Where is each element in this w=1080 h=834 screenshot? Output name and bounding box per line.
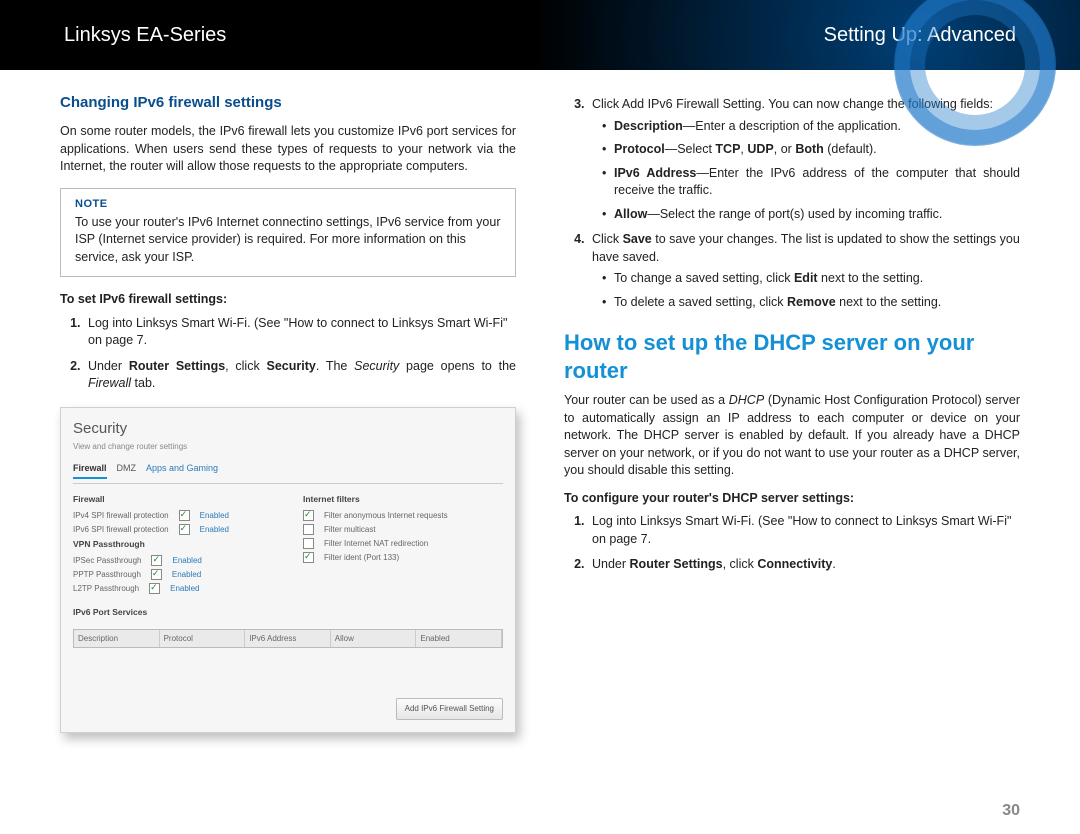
fw-row: IPv4 SPI firewall protectionEnabled [73, 510, 273, 521]
left-column: Changing IPv6 firewall settings On some … [60, 92, 516, 733]
dhcp-intro: Your router can be used as a DHCP (Dynam… [564, 392, 1020, 480]
subhead-dhcp: To configure your router's DHCP server s… [564, 490, 1020, 508]
add-ipv6-firewall-button[interactable]: Add IPv6 Firewall Setting [396, 698, 503, 719]
ifilters-group: Internet filters [303, 494, 503, 506]
checkbox-icon[interactable] [149, 583, 160, 594]
ifilter-row: Filter ident (Port 133) [303, 552, 503, 563]
ipv6-step-4: Click Save to save your changes. The lis… [588, 231, 1020, 311]
checkbox-icon[interactable] [303, 538, 314, 549]
tab-firewall[interactable]: Firewall [73, 462, 107, 479]
ipv6-ports-group: IPv6 Port Services [73, 607, 503, 619]
ipv6-steps: Log into Linksys Smart Wi-Fi. (See "How … [60, 315, 516, 393]
checkbox-icon[interactable] [151, 569, 162, 580]
checkbox-icon[interactable] [303, 524, 314, 535]
shot-title: Security [73, 418, 503, 439]
note-title: NOTE [75, 197, 501, 212]
step4-subs: To change a saved setting, click Edit ne… [592, 270, 1020, 311]
ipv6-table-header: Description Protocol IPv6 Address Allow … [73, 629, 503, 648]
delete-setting: To delete a saved setting, click Remove … [614, 294, 1020, 312]
shot-tabs: Firewall DMZ Apps and Gaming [73, 462, 503, 484]
checkbox-icon[interactable] [151, 555, 162, 566]
heading-dhcp: How to set up the DHCP server on your ro… [564, 329, 1020, 384]
checkbox-icon[interactable] [303, 552, 314, 563]
page-header: Linksys EA-Series Setting Up: Advanced [0, 0, 1080, 70]
dhcp-step-1: Log into Linksys Smart Wi-Fi. (See "How … [588, 513, 1020, 548]
vpn-row: IPSec PassthroughEnabled [73, 555, 273, 566]
fw-row: IPv6 SPI firewall protectionEnabled [73, 524, 273, 535]
add-ipv6-btn-wrap: Add IPv6 Firewall Setting [73, 698, 503, 719]
step3-fields: Description—Enter a description of the a… [592, 118, 1020, 224]
ipv6-intro: On some router models, the IPv6 firewall… [60, 123, 516, 176]
field-description: Description—Enter a description of the a… [614, 118, 1020, 136]
note-box: NOTE To use your router's IPv6 Internet … [60, 188, 516, 278]
vpn-group: VPN Passthrough [73, 539, 273, 551]
page-body: Changing IPv6 firewall settings On some … [0, 70, 1080, 733]
tab-dmz[interactable]: DMZ [117, 462, 137, 479]
vpn-row: L2TP PassthroughEnabled [73, 583, 273, 594]
checkbox-icon[interactable] [303, 510, 314, 521]
page-number: 30 [1002, 802, 1020, 820]
ipv6-step-2: Under Router Settings, click Security. T… [84, 358, 516, 393]
doc-series: Linksys EA-Series [64, 24, 226, 47]
dhcp-steps: Log into Linksys Smart Wi-Fi. (See "How … [564, 513, 1020, 574]
shot-subtitle: View and change router settings [73, 441, 503, 452]
ipv6-step-1: Log into Linksys Smart Wi-Fi. (See "How … [84, 315, 516, 350]
doc-section: Setting Up: Advanced [824, 24, 1016, 47]
heading-ipv6-firewall: Changing IPv6 firewall settings [60, 92, 516, 113]
field-protocol: Protocol—Select TCP, UDP, or Both (defau… [614, 141, 1020, 159]
field-allow: Allow—Select the range of port(s) used b… [614, 206, 1020, 224]
vpn-row: PPTP PassthroughEnabled [73, 569, 273, 580]
ifilter-row: Filter multicast [303, 524, 503, 535]
tab-apps[interactable]: Apps and Gaming [146, 462, 218, 479]
checkbox-icon[interactable] [179, 510, 190, 521]
edit-setting: To change a saved setting, click Edit ne… [614, 270, 1020, 288]
right-column: Click Add IPv6 Firewall Setting. You can… [564, 92, 1020, 733]
dhcp-step-2: Under Router Settings, click Connectivit… [588, 556, 1020, 574]
subhead-ipv6: To set IPv6 firewall settings: [60, 291, 516, 309]
checkbox-icon[interactable] [179, 524, 190, 535]
ipv6-steps-cont: Click Add IPv6 Firewall Setting. You can… [564, 96, 1020, 311]
ifilter-row: Filter Internet NAT redirection [303, 538, 503, 549]
ipv6-step-3: Click Add IPv6 Firewall Setting. You can… [588, 96, 1020, 223]
security-screenshot: Security View and change router settings… [60, 407, 516, 733]
field-ipv6-address: IPv6 Address—Enter the IPv6 address of t… [614, 165, 1020, 200]
note-body: To use your router's IPv6 Internet conne… [75, 214, 501, 267]
ifilter-row: Filter anonymous Internet requests [303, 510, 503, 521]
fw-group: Firewall [73, 494, 273, 506]
